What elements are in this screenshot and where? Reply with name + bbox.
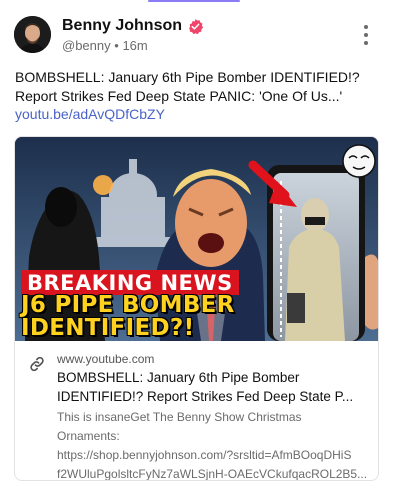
post-link[interactable]: youtu.be/adAvQDfCbZY [15,105,165,124]
card-title-line: BOMBSHELL: January 6th Pipe Bomber [57,370,300,385]
post-time: 16m [122,38,148,53]
video-thumbnail[interactable]: BREAKING NEWS J6 PIPE BOMBER IDENTIFIED?… [15,137,378,341]
card-domain: www.youtube.com [57,352,155,366]
card-description: This is insaneGet The Benny Show Christm… [57,408,369,481]
meta-separator: • [114,38,119,53]
post-text: BOMBSHELL: January 6th Pipe Bomber IDENT… [15,69,360,104]
post-meta: @benny • 16m [62,38,204,53]
link-icon [28,355,46,373]
card-desc-line: https://shop.bennyjohnson.com/?srsltid=A… [57,448,352,462]
card-desc-line: Ornaments: [57,429,120,443]
author-name[interactable]: Benny Johnson [62,17,182,35]
verified-badge-icon [187,18,204,35]
link-preview-card[interactable]: BREAKING NEWS J6 PIPE BOMBER IDENTIFIED?… [14,136,379,481]
thumbnail-headline-line3: IDENTIFIED?! [21,315,195,341]
card-desc-line: This is insaneGet The Benny Show Christm… [57,410,302,424]
more-vertical-icon[interactable] [362,25,370,45]
card-desc-line: f2WUluPgolsltcFyNz7aWLSjnH-OAEcVCkufqacR… [57,467,368,481]
top-accent-bar [148,0,240,2]
card-title-line: IDENTIFIED!? Report Strikes Fed Deep Sta… [57,389,354,404]
avatar[interactable] [14,16,51,53]
post-header: Benny Johnson @benny • 16m [14,16,379,56]
author-handle[interactable]: @benny [62,38,111,53]
card-body: www.youtube.com BOMBSHELL: January 6th P… [15,341,378,481]
thumbnail-headline-line2: J6 PIPE BOMBER [21,292,235,318]
card-title[interactable]: BOMBSHELL: January 6th Pipe Bomber IDENT… [57,368,369,406]
